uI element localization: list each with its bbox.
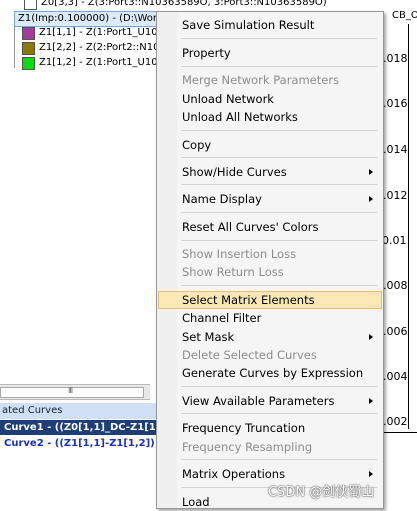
tree-node-z1-2-2[interactable]: Z1[2,2] - Z(2:Port2::N1036 xyxy=(22,41,172,55)
curve-color-swatch xyxy=(22,56,35,70)
menu-item-property[interactable]: Property xyxy=(159,44,381,62)
menu-item-channel-filter[interactable]: Channel Filter xyxy=(159,309,381,327)
tree-node-z1-1-2[interactable]: Z1[1,2] - Z(1:Port1_U101:: xyxy=(22,56,171,70)
menu-item-show-return-loss[interactable]: Show Return Loss xyxy=(159,263,381,281)
menu-item-name-display[interactable]: Name Display xyxy=(159,190,381,208)
menu-separator xyxy=(181,130,377,131)
menu-separator xyxy=(181,413,377,414)
curve-color-swatch xyxy=(22,26,35,40)
menu-separator xyxy=(181,212,377,213)
menu-item-delete-selected-curves[interactable]: Delete Selected Curves xyxy=(159,346,381,364)
tree-node-z0-3-3[interactable]: Z0[3,3] - Z(3:Port3::N10363589O, 3:Port3… xyxy=(24,0,327,10)
y-tick-label: 0.01 xyxy=(382,234,407,247)
menu-item-reset-all-curves-colors[interactable]: Reset All Curves' Colors xyxy=(159,218,381,236)
plot-title: CB_Origi xyxy=(392,10,417,21)
plot-bottom-axis xyxy=(384,432,417,433)
csdn-watermark: CSDN @剑侠蜀山 xyxy=(268,485,375,500)
scrollbar-grip-icon: III xyxy=(68,386,73,395)
menu-item-copy[interactable]: Copy xyxy=(159,136,381,154)
menu-separator xyxy=(181,386,377,387)
submenu-arrow-icon xyxy=(369,334,373,340)
submenu-arrow-icon xyxy=(369,196,373,202)
curve-color-swatch xyxy=(24,0,37,10)
menu-item-merge-network-parameters[interactable]: Merge Network Parameters xyxy=(159,71,381,89)
menu-separator xyxy=(181,38,377,39)
submenu-arrow-icon xyxy=(369,398,373,404)
menu-item-set-mask[interactable]: Set Mask xyxy=(159,328,381,346)
menu-item-generate-curves-by-expression[interactable]: Generate Curves by Expression xyxy=(159,364,381,382)
menu-item-show-hide-curves[interactable]: Show/Hide Curves xyxy=(159,163,381,181)
menu-separator xyxy=(181,66,377,67)
menu-item-view-available-parameters[interactable]: View Available Parameters xyxy=(159,392,381,410)
menu-item-select-matrix-elements[interactable]: Select Matrix Elements xyxy=(158,291,382,309)
menu-item-frequency-truncation[interactable]: Frequency Truncation xyxy=(159,419,381,437)
tree-node-z1-1-1[interactable]: Z1[1,1] - Z(1:Port1_U101:: xyxy=(22,26,171,40)
tree-horizontal-scrollbar[interactable]: III xyxy=(0,384,150,400)
curve-list-item[interactable]: Curve1 - ((Z0[1,1]_DC-Z1[1, xyxy=(0,420,164,435)
submenu-arrow-icon xyxy=(369,169,373,175)
curve-color-swatch xyxy=(22,41,35,55)
curve-list-item[interactable]: Curve2 - ((Z1[1,1]-Z1[1,2])) xyxy=(0,436,164,451)
related-curves-header: ated Curves xyxy=(0,403,162,419)
submenu-arrow-icon xyxy=(369,471,373,477)
context-menu[interactable]: Save Simulation Result Property Merge Ne… xyxy=(156,11,384,509)
tree-connector-line xyxy=(14,26,15,68)
menu-item-unload-network[interactable]: Unload Network xyxy=(159,90,381,108)
menu-separator xyxy=(181,240,377,241)
menu-item-show-insertion-loss[interactable]: Show Insertion Loss xyxy=(159,245,381,263)
menu-separator xyxy=(181,459,377,460)
network-tree[interactable]: Z0[3,3] - Z(3:Port3::N10363589O, 3:Port3… xyxy=(0,0,327,384)
menu-separator xyxy=(181,184,377,185)
menu-item-save-simulation-result[interactable]: Save Simulation Result xyxy=(159,16,381,34)
menu-item-unload-all-networks[interactable]: Unload All Networks xyxy=(159,108,381,126)
menu-item-frequency-resampling[interactable]: Frequency Resampling xyxy=(159,438,381,456)
menu-separator xyxy=(181,285,377,286)
plot-axis-line xyxy=(408,24,409,429)
menu-separator xyxy=(181,157,377,158)
